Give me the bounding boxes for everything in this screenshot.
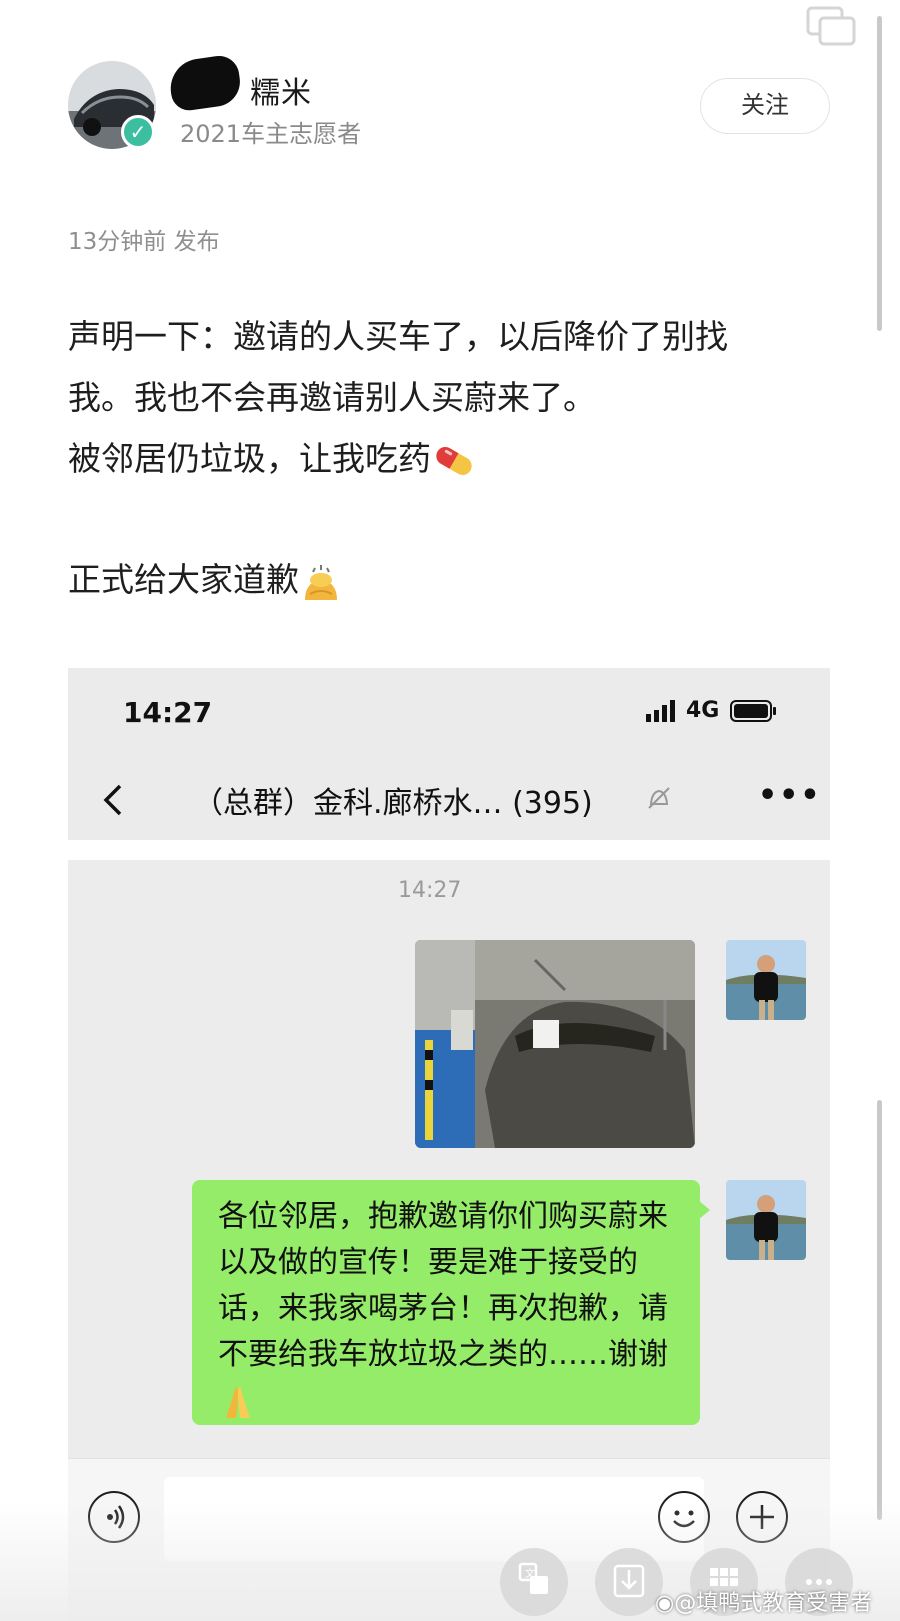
weibo-watermark: ◉@填鸭式教育受害者: [655, 1585, 872, 1617]
bubble-tail: [698, 1200, 710, 1220]
svg-text:文: 文: [525, 1567, 535, 1580]
download-icon: [613, 1564, 645, 1598]
mute-bell-icon: [648, 787, 670, 809]
post-line: 我。我也不会再邀请别人买蔚来了。: [68, 378, 596, 417]
message-timestamp: 14:27: [398, 878, 462, 903]
car-photo-message[interactable]: [415, 940, 695, 1148]
scrollbar-thumb-secondary[interactable]: [877, 1100, 882, 1520]
chat-nav-bar: （总群）金科.廊桥水… (395) •••: [68, 758, 830, 841]
sender-avatar[interactable]: [726, 940, 806, 1020]
chat-title: （总群）金科.廊桥水… (395): [193, 786, 593, 821]
post-line: 声明一下：邀请的人买车了，以后降价了别找: [68, 317, 728, 356]
bowing-person-emoji-icon: [305, 564, 337, 600]
post-closing: 正式给大家道歉: [68, 549, 808, 610]
author-subtitle: 2021车主志愿者: [180, 120, 362, 148]
battery-icon: [730, 700, 778, 726]
chat-screenshot: 14:27 4G （总群）金科.廊桥水… (395) ••• 14:27 各位邻…: [68, 668, 830, 1621]
more-options-icon[interactable]: •••: [758, 778, 822, 813]
folded-hands-emoji-icon: [226, 1385, 250, 1418]
verified-badge-icon: ✓: [121, 115, 155, 149]
post-time: 13分钟前 发布: [68, 229, 220, 255]
pill-emoji-icon: [436, 446, 472, 475]
network-type: 4G: [686, 698, 720, 723]
download-button[interactable]: [595, 1548, 663, 1616]
post-line-text: 被邻居仍垃圾，让我吃药: [68, 439, 431, 478]
window-switch-icon[interactable]: [806, 4, 856, 46]
follow-button[interactable]: 关注: [700, 78, 830, 134]
chat-messages: 14:27 各位邻居，抱歉邀请你们购买蔚来以及做的宣传！要是难于接受的话，来我家…: [68, 860, 830, 1500]
post-line: 被邻居仍垃圾，让我吃药: [68, 428, 808, 489]
translate-icon: 文: [518, 1562, 548, 1594]
signal-icon: [646, 700, 680, 726]
text-message-bubble[interactable]: 各位邻居，抱歉邀请你们购买蔚来以及做的宣传！要是难于接受的话，来我家喝茅台！再次…: [192, 1180, 700, 1425]
post-closing-text: 正式给大家道歉: [68, 560, 299, 599]
watermark-text: @填鸭式教育受害者: [674, 1591, 873, 1616]
weibo-logo-icon: ◉: [655, 1591, 675, 1616]
post-body: 声明一下：邀请的人买车了，以后降价了别找 我。我也不会再邀请别人买蔚来了。 被邻…: [68, 306, 808, 610]
author-name[interactable]: 糯米: [180, 68, 312, 112]
sender-avatar[interactable]: [726, 1180, 806, 1260]
translate-button[interactable]: 文: [500, 1548, 568, 1616]
divider-band: [68, 840, 830, 860]
status-time: 14:27: [123, 696, 213, 729]
back-arrow-icon[interactable]: [98, 782, 128, 818]
phone-status-bar: 14:27 4G: [68, 668, 830, 758]
scrollbar-thumb[interactable]: [877, 16, 882, 331]
message-text: 各位邻居，抱歉邀请你们购买蔚来以及做的宣传！要是难于接受的话，来我家喝茅台！再次…: [218, 1199, 668, 1372]
